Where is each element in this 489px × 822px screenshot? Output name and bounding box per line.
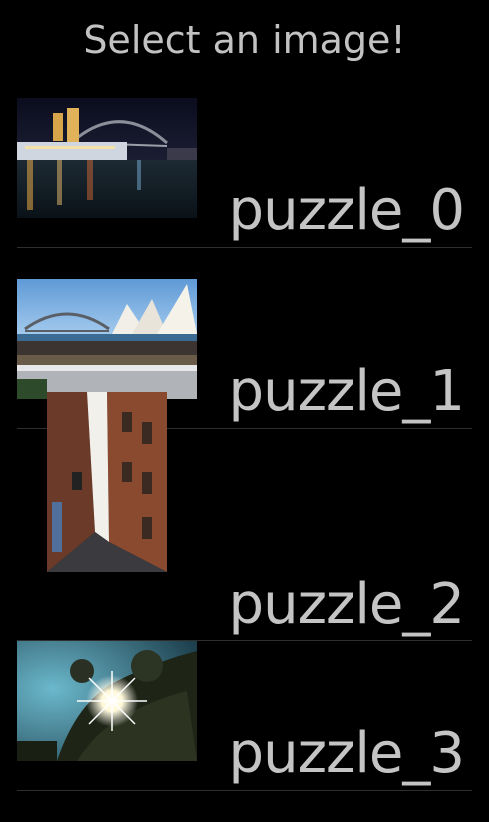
opera-house-thumbnail	[17, 279, 197, 399]
brick-alley-thumbnail	[47, 392, 167, 572]
list-item-puzzle-3[interactable]: puzzle_3	[17, 641, 472, 822]
divider	[17, 247, 472, 248]
image-list: puzzle_0 puzzle_1 puzzle_2 puzzle_3	[17, 98, 472, 822]
puzzle-label: puzzle_0	[228, 178, 465, 243]
puzzle-label: puzzle_2	[228, 572, 465, 637]
list-item-puzzle-0[interactable]: puzzle_0	[17, 98, 472, 279]
puzzle-label: puzzle_1	[228, 359, 465, 424]
divider	[17, 790, 472, 791]
puzzle-label: puzzle_3	[228, 721, 465, 786]
harbour-bridge-night-thumbnail	[17, 98, 197, 218]
list-item-puzzle-2[interactable]: puzzle_2	[17, 392, 472, 641]
sunburst-tree-thumbnail	[17, 641, 197, 761]
page-title: Select an image!	[83, 18, 406, 62]
